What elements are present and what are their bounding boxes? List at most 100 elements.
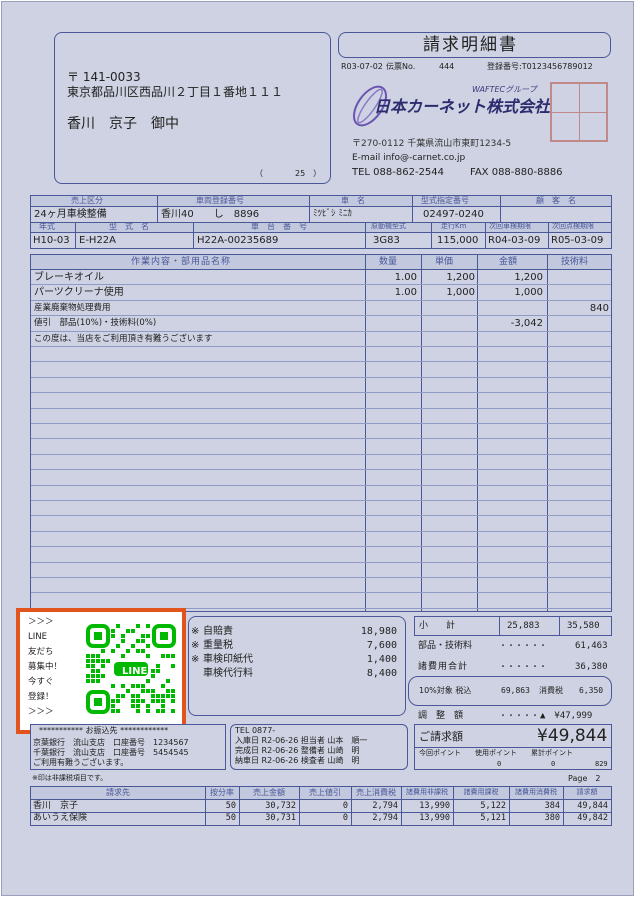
mileage-value: 115,000	[437, 235, 479, 246]
billing-cell: 5,121	[480, 813, 506, 823]
parts-tech-label: 部品・技術料	[418, 641, 473, 651]
billing-col-divider	[299, 787, 300, 825]
item-qty: 1.00	[394, 287, 417, 299]
schedule-row-3: 納車日 R2-06-26 検査者 山崎 明	[235, 756, 360, 765]
recipient-address: 東京都品川区西品川２丁目１番地１１１	[67, 85, 284, 99]
misc-dots: ・・・・・・	[499, 662, 547, 671]
engine-value: 3G83	[373, 235, 400, 246]
col-model-spec: 型式指定番号	[421, 196, 469, 205]
company-email: E-mail info@-carnet.co.jp	[352, 153, 466, 163]
fee-value: 7,600	[366, 640, 397, 651]
items-row-line	[31, 330, 611, 332]
qr-promo-line: ＞＞＞	[28, 617, 54, 627]
subtotal-row: 小 計 25,883 35,580	[414, 616, 612, 636]
vehicle-info-table: 売上区分 車両登録番号 車 名 型式指定番号 顧 客 名 24ヶ月車検整備 香川…	[30, 195, 612, 249]
grand-total-amount: ¥49,844	[537, 726, 608, 746]
items-row-line	[31, 376, 611, 378]
bank-row-1: 京葉銀行 流山支店 口座番号 1234567	[33, 738, 189, 747]
col-amount: 金額	[499, 257, 518, 267]
subtotal-label: 小 計	[419, 621, 456, 631]
qr-promo-line: 友だち	[28, 647, 54, 657]
billing-cell: 30,732	[265, 801, 296, 811]
col-engine: 原動機型式	[371, 222, 406, 230]
registration-number: 登録番号:T0123456789012	[487, 62, 593, 71]
schedule-row-1: 入庫日 R2-06-26 担当者 山本 順一	[235, 736, 368, 745]
qr-promo-line: LINE	[28, 632, 47, 642]
items-row-line	[31, 407, 611, 409]
col-next-check: 次回点検期限	[552, 222, 594, 230]
col-customer: 顧 客 名	[536, 196, 576, 205]
invoice-page: 〒 141-0033 東京都品川区西品川２丁目１番地１１１ 香川 京子 御中 （…	[1, 1, 634, 896]
col-car-name: 車 名	[341, 196, 365, 205]
items-row-line	[31, 284, 611, 286]
company-tel: TEL 088-862-2544	[352, 167, 445, 178]
billing-col-divider	[401, 787, 402, 825]
billing-col-divider	[453, 787, 454, 825]
items-row-line	[31, 500, 611, 501]
items-row-line	[31, 315, 611, 317]
line-logo-text: LINE	[122, 666, 148, 677]
company-name: 日本カーネット株式会社	[374, 97, 551, 116]
subtotal-amount: 25,883	[507, 621, 540, 631]
title-box: 請求明細書	[338, 32, 611, 58]
item-amount: -3,042	[510, 318, 543, 330]
col-year: 年式	[39, 222, 55, 231]
bank-row-2: 千葉銀行 流山支店 口座番号 5454545	[33, 748, 189, 757]
grand-total-label: ご請求額	[419, 730, 463, 743]
col-mileage: 走行Km	[441, 222, 467, 230]
billing-cell: あいうえ保険	[33, 813, 88, 823]
grand-total-box: ご請求額 ¥49,844 今回ポイント 使用ポイント 累計ポイント 0 0 82…	[414, 724, 612, 770]
billing-cell: 13,990	[419, 801, 450, 811]
billing-col-divider	[563, 787, 564, 825]
footnote: ※印は非課税項目です。	[32, 774, 108, 782]
recipient-postal: 〒 141-0033	[67, 70, 141, 84]
fee-value: 8,400	[366, 668, 397, 679]
billing-header: 売上値引	[309, 788, 341, 797]
billing-col-divider	[351, 787, 352, 825]
items-table: 作業内容・部用品名称 数量 単価 金額 技術料 ブレーキオイル 1.00 1,200…	[30, 254, 612, 612]
billing-header: 諸費用非課税	[406, 788, 448, 796]
company-address: 〒270-0112 千葉県流山市東町1234-5	[352, 139, 512, 149]
fee-label: 車検代行料	[203, 668, 253, 679]
bank-title: *********** お振込先 ************	[39, 726, 169, 735]
fee-mark: ※	[191, 626, 200, 637]
items-row-line	[31, 561, 611, 563]
items-row-line	[31, 469, 611, 471]
col-tech-fee: 技術料	[561, 257, 589, 267]
company-group: WAFTECグループ	[472, 85, 537, 94]
items-row-line	[31, 299, 611, 301]
bank-box: *********** お振込先 ************ 京葉銀行 流山支店 …	[30, 724, 226, 770]
billing-table: 請求先 按分率 売上金額 売上値引 売上消費税 諸費用非課税 諸費用課税 諸費用消費税 請求額香…	[30, 786, 612, 826]
items-row-line	[31, 453, 611, 455]
items-row-line	[31, 530, 611, 532]
billing-col-divider	[509, 787, 510, 825]
items-row-line	[31, 423, 611, 424]
billing-cell: 香川 京子	[33, 801, 79, 811]
col-registration: 車両登録番号	[196, 196, 244, 205]
fees-box: ※ 自賠責 18,980 ※ 重量税 7,600 ※ 車検印紙代 1,400 車検代行料 8,400	[188, 616, 406, 716]
billing-header: 按分率	[210, 788, 234, 797]
item-name: パーツクリーナ使用	[34, 287, 124, 299]
col-quantity: 数量	[379, 257, 398, 267]
item-name: 値引 部品(10%)・技術料(0%)	[34, 318, 157, 329]
fee-label: 重量税	[203, 640, 233, 651]
billing-cell: 0	[342, 801, 348, 811]
col-next-inspection: 次回車検期限	[489, 222, 531, 230]
items-row-line	[31, 577, 611, 578]
fee-mark: ※	[191, 654, 200, 665]
fee-label: 自賠責	[203, 626, 233, 637]
billing-cell: 380	[544, 813, 560, 823]
billing-cell: 384	[544, 801, 560, 811]
qr-promo-line: 募集中！	[28, 662, 63, 672]
item-amount: 1,000	[514, 287, 543, 299]
misc-fees-value: 36,380	[575, 662, 608, 672]
billing-header: 諸費用課税	[463, 788, 499, 796]
schedule-box: TEL 0877- 入庫日 R2-06-26 担当者 山本 順一 完成日 R2-…	[230, 724, 408, 770]
billing-col-divider	[239, 787, 240, 825]
model-spec: 02497-0240	[423, 209, 484, 220]
billing-cell: 50	[225, 801, 236, 811]
billing-header: 請求先	[106, 788, 130, 797]
parts-dots: ・・・・・・	[499, 641, 547, 650]
line-qr-promo[interactable]: ＞＞＞ LINE 友だち 募集中！ 今すぐ 登録！ ＞＞＞ LINE	[16, 608, 186, 734]
parts-tech-value: 61,463	[575, 641, 608, 651]
